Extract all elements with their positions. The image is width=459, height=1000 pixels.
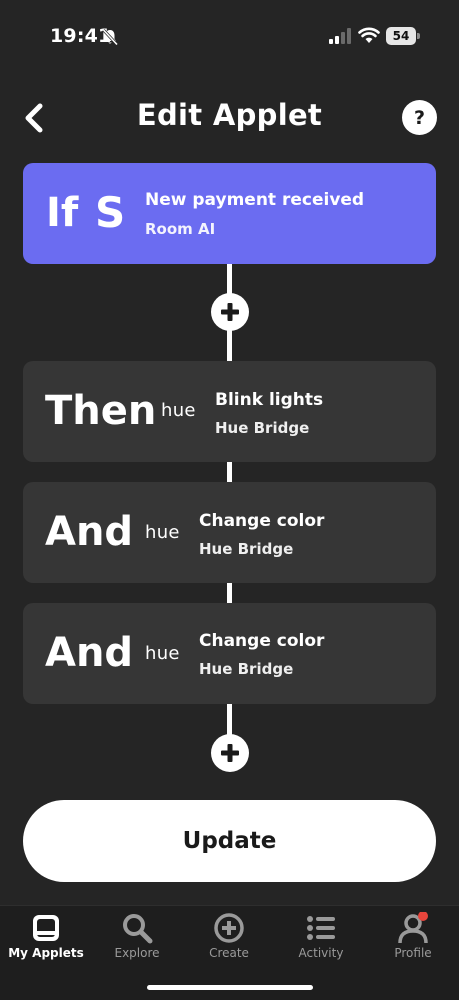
action-title: Change color [199,511,325,531]
flow-connector [227,583,232,603]
my-applets-icon [33,915,59,941]
tab-my-applets[interactable]: My Applets [0,906,92,976]
battery-level: 54 [386,27,416,45]
hue-logo: hue [145,522,180,543]
help-button[interactable]: ? [402,100,437,135]
tab-create[interactable]: Create [183,906,275,976]
wifi-icon [358,27,380,43]
list-icon [307,916,335,940]
trigger-card[interactable]: If S New payment received Room AI [23,163,436,264]
action-subtitle: Hue Bridge [199,540,294,558]
tab-label: Explore [114,946,160,960]
tab-label: Create [209,946,249,960]
tab-label: Profile [394,946,432,960]
header: Edit Applet ? [0,88,459,148]
tab-label: Activity [298,946,344,960]
tab-profile[interactable]: Profile [367,906,459,976]
bell-slash-icon [102,28,119,46]
trigger-subtitle: Room AI [145,220,216,238]
flow-connector [227,462,232,482]
action-keyword: Then [45,388,157,434]
action-subtitle: Hue Bridge [199,660,294,678]
status-bar: 19:41 54 [0,0,459,74]
plus-icon [221,303,239,321]
action-card[interactable]: And hue Change color Hue Bridge [23,603,436,704]
cellular-signal-icon [329,28,351,44]
add-action-button[interactable] [211,293,249,331]
action-subtitle: Hue Bridge [215,419,310,437]
service-logo: S [95,188,126,237]
battery-tip [417,33,420,39]
tab-activity[interactable]: Activity [275,906,367,976]
battery-icon: 54 [386,27,420,45]
action-keyword: And [45,509,134,555]
action-card[interactable]: Then hue Blink lights Hue Bridge [23,361,436,462]
action-keyword: And [45,630,134,676]
hue-logo: hue [145,643,180,664]
home-indicator [147,985,313,990]
action-title: Change color [199,631,325,651]
action-title: Blink lights [215,390,324,410]
trigger-title: New payment received [145,190,365,210]
plus-icon [221,744,239,762]
tab-explore[interactable]: Explore [91,906,183,976]
hue-logo: hue [161,400,196,421]
person-icon [398,912,428,944]
trigger-keyword: If [46,190,79,236]
update-button[interactable]: Update [23,800,436,882]
plus-circle-icon [214,913,244,943]
tab-label: My Applets [8,946,84,960]
action-card[interactable]: And hue Change color Hue Bridge [23,482,436,583]
page-title: Edit Applet [136,98,323,132]
edit-applet-screen: 19:41 54 Edit Applet ? If S New payment … [0,0,459,1000]
search-icon [123,914,153,944]
add-action-button[interactable] [211,734,249,772]
